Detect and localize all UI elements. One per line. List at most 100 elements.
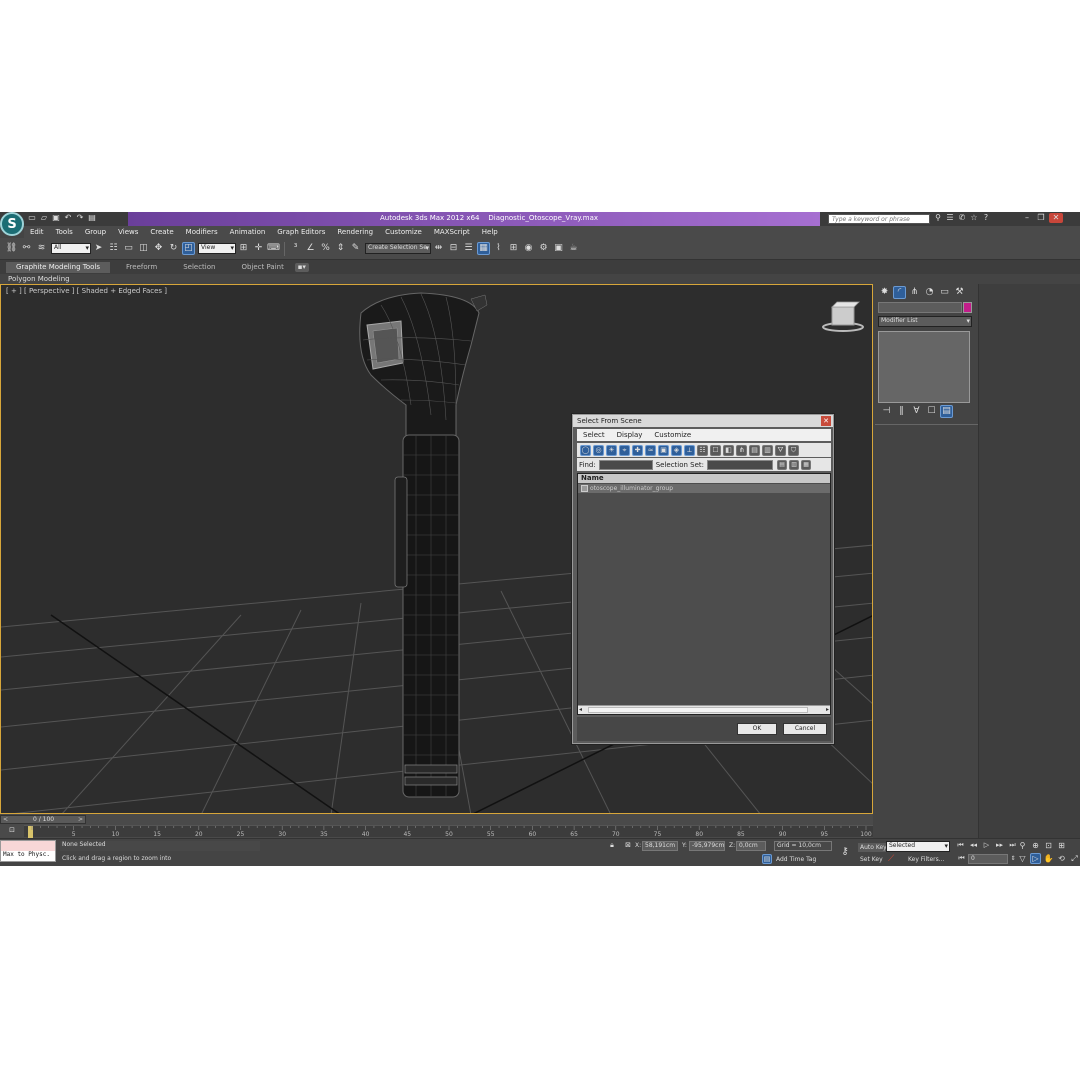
find-input[interactable] <box>598 459 653 470</box>
pivot-center-icon[interactable]: ⊞ <box>237 242 250 255</box>
keyboard-shortcut-override-icon[interactable]: ⌨ <box>267 242 280 255</box>
field-of-view-icon[interactable]: ▽ <box>1017 853 1028 864</box>
maximize-viewport-icon[interactable]: ⤢ <box>1069 853 1080 864</box>
spinner-snap-icon[interactable]: ⇕ <box>334 242 347 255</box>
key-mode-dropdown[interactable]: Selected <box>886 841 950 852</box>
slider-prev-icon[interactable]: < <box>3 816 8 823</box>
ribbon-panel-label[interactable]: Polygon Modeling <box>0 274 1080 284</box>
dialog-menu-customize[interactable]: Customize <box>654 429 691 441</box>
column-header-name[interactable]: Name <box>578 474 830 483</box>
current-frame-field[interactable]: 0 <box>968 854 1008 864</box>
list-item[interactable]: otoscope_illuminator_group <box>578 484 830 493</box>
key-filters-button[interactable]: Key Filters... <box>908 856 945 863</box>
menu-edit[interactable]: Edit <box>30 228 44 236</box>
render-setup-icon[interactable]: ⚙ <box>537 242 550 255</box>
subscription-icon[interactable]: ☰ <box>945 213 955 223</box>
add-time-tag-button[interactable]: Add Time Tag <box>776 856 816 863</box>
dialog-title[interactable]: Select From Scene <box>573 415 833 427</box>
display-geometry-icon[interactable]: ◯ <box>580 444 591 456</box>
selection-set-dropdown[interactable] <box>707 459 774 470</box>
rendered-frame-window-icon[interactable]: ▣ <box>552 242 565 255</box>
restore-icon[interactable]: ❐ <box>1035 213 1047 223</box>
display-xrefs-icon[interactable]: ◈ <box>671 444 682 456</box>
window-crossing-icon[interactable]: ◫ <box>137 242 150 255</box>
auto-key-button[interactable]: Auto Key <box>858 843 889 852</box>
menu-tools[interactable]: Tools <box>56 228 73 236</box>
remove-modifier-icon[interactable]: ☐ <box>925 405 938 418</box>
select-manipulate-icon[interactable]: ✛ <box>252 242 265 255</box>
select-invert-icon[interactable]: ◧ <box>723 444 734 456</box>
dialog-menu-display[interactable]: Display <box>617 429 643 441</box>
graphite-toggle-icon[interactable]: ▦ <box>477 242 490 255</box>
modify-panel-icon[interactable]: ◜ <box>893 286 906 299</box>
mini-curve-editor-icon[interactable]: ⊡ <box>3 825 21 836</box>
rectangular-selection-icon[interactable]: ▭ <box>122 242 135 255</box>
menu-graph-editors[interactable]: Graph Editors <box>277 228 325 236</box>
children-icon[interactable]: ▥ <box>762 444 773 456</box>
key-icon[interactable]: ⟋ <box>888 854 894 864</box>
zoom-icon[interactable]: ⚲ <box>1017 840 1028 851</box>
named-selection-set-dropdown[interactable]: Create Selection Se <box>365 243 431 254</box>
close-icon[interactable]: ✕ <box>1049 213 1063 223</box>
filter-options-icon[interactable]: ⛉ <box>788 444 799 456</box>
menu-create[interactable]: Create <box>150 228 173 236</box>
select-all-icon[interactable]: ☷ <box>697 444 708 456</box>
otoscope-model[interactable] <box>359 292 488 798</box>
z-coordinate-field[interactable]: 0,0cm <box>736 841 766 851</box>
ok-button[interactable]: OK <box>737 723 777 735</box>
set-key-mode-icon[interactable]: ⚷ <box>837 845 853 859</box>
curve-editor-icon[interactable]: ⌇ <box>492 242 505 255</box>
display-groups-icon[interactable]: ▣ <box>658 444 669 456</box>
cancel-button[interactable]: Cancel <box>783 723 827 735</box>
pan-view-icon[interactable]: ✋ <box>1043 853 1054 864</box>
schematic-view-icon[interactable]: ⊞ <box>507 242 520 255</box>
tab-graphite-modeling-tools[interactable]: Graphite Modeling Tools <box>6 261 111 273</box>
ribbon-options-icon[interactable]: ▪▾ <box>294 262 309 272</box>
menu-views[interactable]: Views <box>118 228 138 236</box>
minimize-icon[interactable]: – <box>1021 213 1033 223</box>
angle-snap-icon[interactable]: ∠ <box>304 242 317 255</box>
tab-selection[interactable]: Selection <box>173 262 225 273</box>
display-bones-icon[interactable]: ⟂ <box>684 444 695 456</box>
scroll-left-icon[interactable]: ◂ <box>579 706 582 713</box>
go-to-start-icon[interactable]: ⏮ <box>955 840 966 851</box>
display-lights-icon[interactable]: ☀ <box>606 444 617 456</box>
selection-lock-icon[interactable]: 🔒︎ <box>607 840 617 850</box>
y-coordinate-field[interactable]: -95,979cm <box>689 841 725 851</box>
align-icon[interactable]: ⊟ <box>447 242 460 255</box>
help-search-input[interactable] <box>828 214 930 224</box>
display-shapes-icon[interactable]: ◎ <box>593 444 604 456</box>
zoom-extents-icon[interactable]: ⊡ <box>1043 840 1054 851</box>
pin-stack-icon[interactable]: ⊣ <box>880 405 893 418</box>
close-icon[interactable]: ✕ <box>821 416 831 426</box>
open-file-icon[interactable]: ▱ <box>39 213 49 223</box>
dialog-menu-select[interactable]: Select <box>583 429 605 441</box>
play-icon[interactable]: ▷ <box>981 840 992 851</box>
create-set-icon[interactable]: ▤ <box>777 459 788 470</box>
time-slider[interactable]: < 0 / 100 > <box>0 815 86 824</box>
utilities-panel-icon[interactable]: ⚒ <box>953 286 966 299</box>
next-frame-icon[interactable]: ▸▸ <box>994 840 1005 851</box>
redo-icon[interactable]: ↷ <box>75 213 85 223</box>
reference-coordinate-dropdown[interactable]: View <box>198 243 236 254</box>
link-icon[interactable]: ⛓ <box>5 242 18 255</box>
display-cameras-icon[interactable]: ⌖ <box>619 444 630 456</box>
app-logo-icon[interactable]: S <box>0 212 24 236</box>
edit-named-selection-icon[interactable]: ✎ <box>349 242 362 255</box>
snaps-toggle-icon[interactable]: ³ <box>289 242 302 255</box>
binoculars-icon[interactable]: ⚲ <box>933 213 943 223</box>
menu-help[interactable]: Help <box>482 228 498 236</box>
orbit-icon[interactable]: ⟲ <box>1056 853 1067 864</box>
menu-rendering[interactable]: Rendering <box>337 228 373 236</box>
display-space-warps-icon[interactable]: ≈ <box>645 444 656 456</box>
menu-customize[interactable]: Customize <box>385 228 422 236</box>
hierarchy-display-icon[interactable]: ⋔ <box>736 444 747 456</box>
layer-manager-icon[interactable]: ☰ <box>462 242 475 255</box>
create-panel-icon[interactable]: ✸ <box>878 286 891 299</box>
new-file-icon[interactable]: ▭ <box>27 213 37 223</box>
zoom-region-icon[interactable]: ▷ <box>1030 853 1041 864</box>
select-by-name-icon[interactable]: ☷ <box>107 242 120 255</box>
select-and-rotate-icon[interactable]: ↻ <box>167 242 180 255</box>
menu-modifiers[interactable]: Modifiers <box>186 228 218 236</box>
modifier-stack[interactable] <box>878 331 970 403</box>
